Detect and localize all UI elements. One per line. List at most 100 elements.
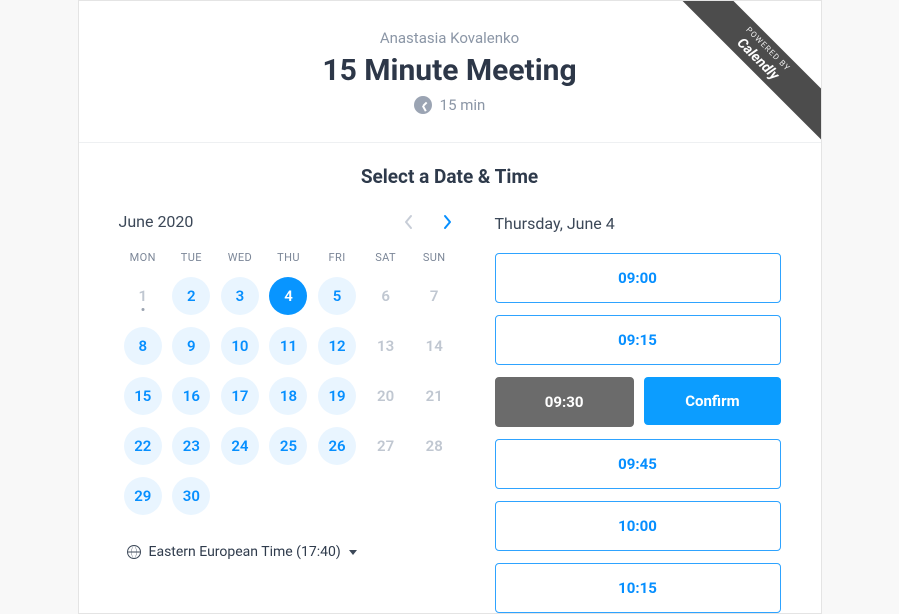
calendar-column: June 2020 MONTUEWEDTHUFRISATSUN 12345678… <box>119 212 459 613</box>
chevron-left-icon <box>404 214 414 230</box>
calendar-day[interactable]: 11 <box>269 327 307 365</box>
calendar-week-row: 22232425262728 <box>119 426 459 466</box>
calendar-day[interactable]: 25 <box>269 427 307 465</box>
month-label: June 2020 <box>119 212 194 231</box>
calendar-day-cell: 17 <box>216 376 265 416</box>
calendar-day[interactable]: 17 <box>221 377 259 415</box>
calendar-day: 20 <box>367 377 405 415</box>
weekday-label: FRI <box>313 247 362 268</box>
calendar-day-cell <box>313 476 362 516</box>
chevron-right-icon <box>442 214 452 230</box>
calendar-day-cell: 24 <box>216 426 265 466</box>
month-row: June 2020 <box>119 212 459 231</box>
duration-row: 15 min <box>414 96 486 114</box>
calendar-day[interactable]: 15 <box>124 377 162 415</box>
selected-date-label: Thursday, June 4 <box>495 214 781 233</box>
time-slot-row: 09:15 <box>495 315 781 365</box>
calendar-day-cell: 7 <box>410 276 459 316</box>
calendar-day-cell: 18 <box>264 376 313 416</box>
calendar-day-cell: 30 <box>167 476 216 516</box>
calendar-day-cell: 3 <box>216 276 265 316</box>
calendar-day[interactable]: 5 <box>318 277 356 315</box>
next-month-button[interactable] <box>439 214 455 230</box>
caret-down-icon <box>349 550 357 555</box>
calendar-grid: 1234567891011121314151617181920212223242… <box>119 276 459 516</box>
calendar-day-cell: 26 <box>313 426 362 466</box>
calendar-day-cell: 19 <box>313 376 362 416</box>
calendar-day-cell: 12 <box>313 326 362 366</box>
timezone-label: Eastern European Time (17:40) <box>149 544 341 560</box>
scheduling-widget: POWERED BY Calendly Anastasia Kovalenko … <box>78 0 822 614</box>
weekday-label: SAT <box>361 247 410 268</box>
calendar-week-row: 89 10 11 12 13 14 <box>119 326 459 366</box>
calendar-day: 1 <box>124 277 162 315</box>
time-slot-button[interactable]: 09:15 <box>495 315 781 365</box>
weekday-header: MONTUEWEDTHUFRISATSUN <box>119 247 459 268</box>
calendar-day-cell: 5 <box>313 276 362 316</box>
calendar-day[interactable]: 16 <box>172 377 210 415</box>
calendar-week-row: 29 30 <box>119 476 459 516</box>
calendar-day-cell <box>361 476 410 516</box>
weekday-label: MON <box>119 247 168 268</box>
section-title: Select a Date & Time <box>119 165 781 188</box>
calendar-day-cell: 6 <box>361 276 410 316</box>
calendar-day[interactable]: 12 <box>318 327 356 365</box>
calendar-day-cell: 21 <box>410 376 459 416</box>
timezone-selector[interactable]: Eastern European Time (17:40) <box>119 544 357 560</box>
calendar-day-cell: 4 <box>264 276 313 316</box>
host-name: Anastasia Kovalenko <box>99 29 801 47</box>
time-slot-row: 09:45 <box>495 439 781 489</box>
time-slot-button[interactable]: 10:15 <box>495 563 781 613</box>
calendar-day-cell: 15 <box>119 376 168 416</box>
time-slot-button[interactable]: 09:30 <box>495 377 634 427</box>
calendar-day-cell: 16 <box>167 376 216 416</box>
calendar-day[interactable]: 19 <box>318 377 356 415</box>
calendar-day: 28 <box>415 427 453 465</box>
calendar-day-cell <box>410 476 459 516</box>
weekday-label: WED <box>216 247 265 268</box>
calendar-day[interactable]: 3 <box>221 277 259 315</box>
duration-text: 15 min <box>440 96 486 114</box>
calendar-day: 13 <box>367 327 405 365</box>
calendar-day-cell: 28 <box>410 426 459 466</box>
time-slot-button[interactable]: 09:00 <box>495 253 781 303</box>
calendar-day[interactable]: 23 <box>172 427 210 465</box>
weekday-label: SUN <box>410 247 459 268</box>
times-column: Thursday, June 4 09:00 09:15 09:30Confirm 0… <box>495 212 781 613</box>
calendar-day-cell: 8 <box>119 326 168 366</box>
calendar-day: 21 <box>415 377 453 415</box>
calendar-week-row: 15 16 17 18 19 20 21 <box>119 376 459 416</box>
calendar-day[interactable]: 9 <box>172 327 210 365</box>
time-slot-row: 10:15 <box>495 563 781 613</box>
meeting-title: 15 Minute Meeting <box>99 53 801 88</box>
calendar-day: 14 <box>415 327 453 365</box>
calendar-day[interactable]: 10 <box>221 327 259 365</box>
calendar-day-cell: 11 <box>264 326 313 366</box>
time-slot-row: 10:00 <box>495 501 781 551</box>
calendar-day-cell <box>216 476 265 516</box>
calendar-day[interactable]: 26 <box>318 427 356 465</box>
calendar-day[interactable]: 2 <box>172 277 210 315</box>
time-slot-button[interactable]: 10:00 <box>495 501 781 551</box>
calendar-day[interactable]: 22 <box>124 427 162 465</box>
time-slot-button[interactable]: 09:45 <box>495 439 781 489</box>
calendar-day[interactable]: 8 <box>124 327 162 365</box>
calendar-day-cell: 20 <box>361 376 410 416</box>
calendar-day-cell: 22 <box>119 426 168 466</box>
calendar-day-cell: 2 <box>167 276 216 316</box>
calendar-day[interactable]: 18 <box>269 377 307 415</box>
calendar-day: 6 <box>367 277 405 315</box>
calendar-day[interactable]: 29 <box>124 477 162 515</box>
globe-icon <box>127 545 141 559</box>
calendar-day-cell: 29 <box>119 476 168 516</box>
calendar-day-cell: 1 <box>119 276 168 316</box>
calendar-day-cell <box>264 476 313 516</box>
prev-month-button[interactable] <box>401 214 417 230</box>
calendar-day[interactable]: 30 <box>172 477 210 515</box>
calendar-day[interactable]: 24 <box>221 427 259 465</box>
confirm-button[interactable]: Confirm <box>644 377 781 425</box>
month-nav <box>401 214 459 230</box>
calendar-day[interactable]: 4 <box>269 277 307 315</box>
body: Select a Date & Time June 2020 MONTUEW <box>79 143 821 613</box>
calendar-day: 7 <box>415 277 453 315</box>
